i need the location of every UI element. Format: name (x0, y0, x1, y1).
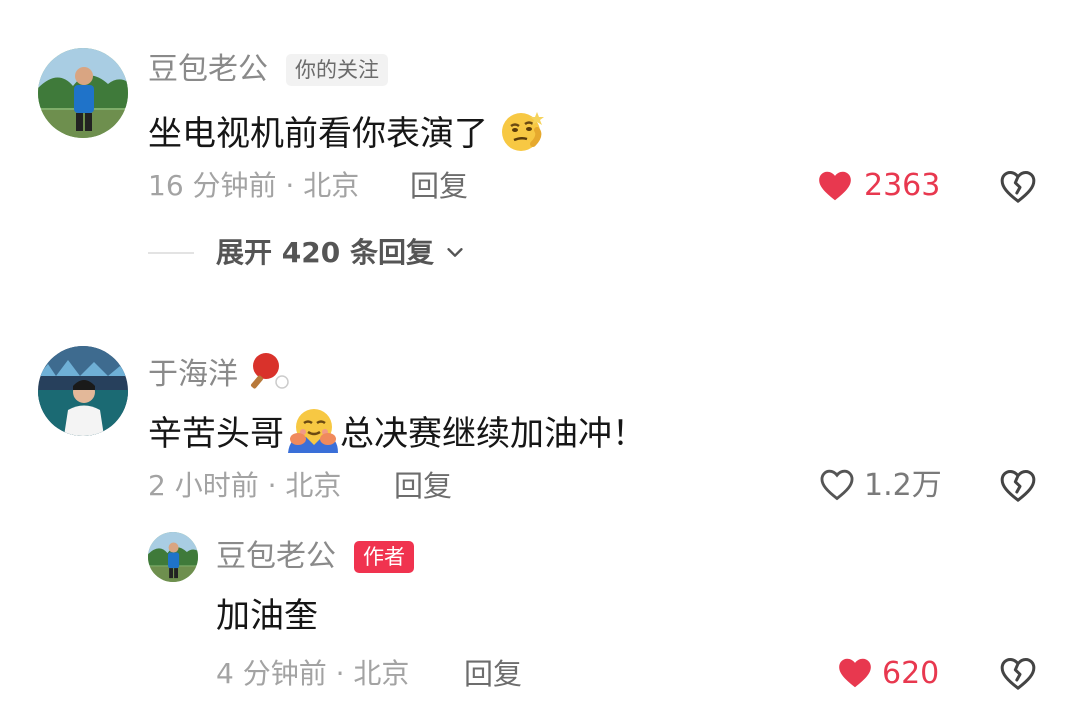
avatar[interactable] (38, 48, 128, 138)
dislike-broken-heart-icon[interactable] (998, 466, 1038, 506)
comment-text: 辛苦头哥 总决赛继续加油冲！ (148, 405, 646, 466)
comment-username-text: 于海洋 (148, 357, 238, 392)
like-count: 1.2万 (864, 468, 942, 503)
avatar[interactable] (148, 532, 198, 582)
like-heart-icon[interactable] (836, 654, 874, 692)
reply-username[interactable]: 豆包老公 (216, 539, 336, 575)
reply-button[interactable]: 回复 (410, 168, 468, 204)
reply-button[interactable]: 回复 (464, 656, 522, 692)
comment-text: 坐电视机前看你表演了 (148, 106, 547, 165)
comment-text-body: 坐电视机前看你表演了 (148, 114, 488, 154)
comment-username[interactable]: 豆包老公 (148, 52, 268, 88)
comment-text-after: 总决赛继续加油冲！ (340, 414, 646, 454)
comment-username[interactable]: 于海洋 (148, 350, 290, 401)
chevron-down-icon (444, 236, 466, 272)
avatar[interactable] (38, 346, 128, 436)
comment-time-location: 2 小时前 · 北京 (148, 469, 342, 502)
reply-button[interactable]: 回复 (394, 468, 452, 504)
smirk-thinking-face-emoji (499, 106, 547, 165)
comment-text-before: 辛苦头哥 (148, 414, 284, 454)
expand-divider-line (148, 252, 194, 254)
comment-time-location: 16 分钟前 · 北京 (148, 169, 360, 202)
like-heart-icon[interactable] (816, 167, 854, 205)
reply-time-location: 4 分钟前 · 北京 (216, 657, 410, 690)
author-badge: 作者 (354, 541, 414, 573)
expand-replies-label: 展开 420 条回复 (216, 236, 434, 269)
like-count: 2363 (864, 168, 941, 203)
following-badge: 你的关注 (286, 54, 388, 86)
expand-replies-button[interactable]: 展开 420 条回复 (216, 235, 466, 272)
ping-pong-emoji (248, 350, 290, 401)
reply-text: 加油奎 (216, 596, 318, 636)
like-heart-outline-icon[interactable] (818, 466, 856, 504)
hugging-face-emoji (284, 405, 340, 466)
dislike-broken-heart-icon[interactable] (998, 167, 1038, 207)
like-count: 620 (882, 656, 940, 691)
dislike-broken-heart-icon[interactable] (998, 654, 1038, 694)
